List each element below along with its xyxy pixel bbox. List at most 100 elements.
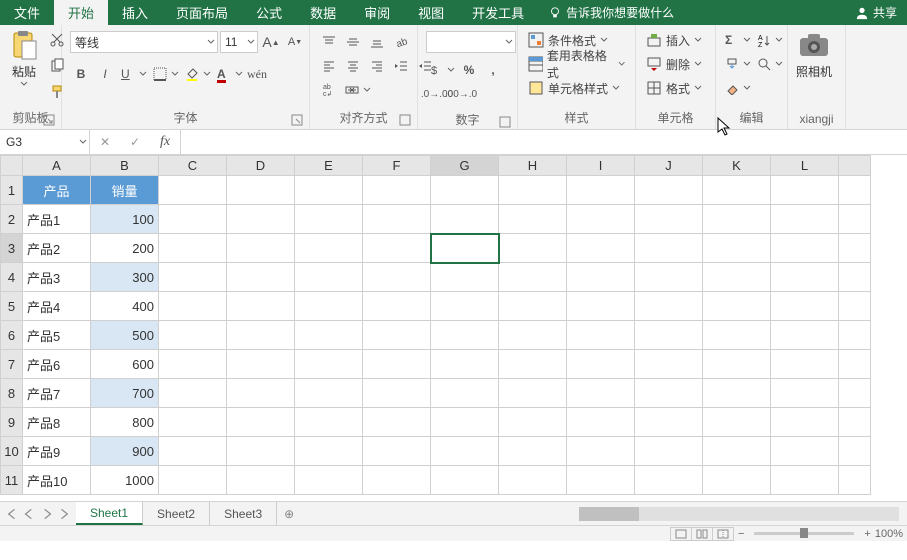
wrap-text-button[interactable]: abc↲ — [318, 79, 340, 101]
cell-L10[interactable] — [771, 437, 839, 466]
autosum-button[interactable]: Σ — [722, 29, 752, 51]
tab-formulas[interactable]: 公式 — [242, 0, 296, 25]
cell-H6[interactable] — [499, 321, 567, 350]
align-top-button[interactable] — [318, 31, 340, 53]
formula-input[interactable] — [181, 130, 907, 154]
cell-K4[interactable] — [703, 263, 771, 292]
paste-button[interactable]: 粘贴 — [4, 27, 44, 90]
cell-C3[interactable] — [159, 234, 227, 263]
col-header-H[interactable]: H — [499, 156, 567, 176]
bold-button[interactable]: B — [70, 63, 92, 85]
cell-C4[interactable] — [159, 263, 227, 292]
cell-D5[interactable] — [227, 292, 295, 321]
row-header-9[interactable]: 9 — [1, 408, 23, 437]
cell-D8[interactable] — [227, 379, 295, 408]
cell-H5[interactable] — [499, 292, 567, 321]
cell-G8[interactable] — [431, 379, 499, 408]
cell-J3[interactable] — [635, 234, 703, 263]
col-header-D[interactable]: D — [227, 156, 295, 176]
cell-J1[interactable] — [635, 176, 703, 205]
cell-E4[interactable] — [295, 263, 363, 292]
cell-E7[interactable] — [295, 350, 363, 379]
cell-I6[interactable] — [567, 321, 635, 350]
cell-A11[interactable]: 产品10 — [23, 466, 91, 495]
zoom-in-button[interactable]: + — [864, 528, 870, 540]
tab-insert[interactable]: 插入 — [108, 0, 162, 25]
nav-prev-icon[interactable] — [22, 507, 36, 521]
row-header-11[interactable]: 11 — [1, 466, 23, 495]
cell-K3[interactable] — [703, 234, 771, 263]
col-header-F[interactable]: F — [363, 156, 431, 176]
cell-C6[interactable] — [159, 321, 227, 350]
cell-K11[interactable] — [703, 466, 771, 495]
cell-F8[interactable] — [363, 379, 431, 408]
zoom-value[interactable]: 100% — [875, 528, 903, 540]
row-header-8[interactable]: 8 — [1, 379, 23, 408]
cell-I11[interactable] — [567, 466, 635, 495]
nav-last-icon[interactable] — [58, 507, 72, 521]
cell-E9[interactable] — [295, 408, 363, 437]
dialog-launcher-icon[interactable] — [291, 114, 303, 126]
view-page-layout-button[interactable] — [691, 527, 713, 541]
cell-J2[interactable] — [635, 205, 703, 234]
cell-A7[interactable]: 产品6 — [23, 350, 91, 379]
cell-A3[interactable]: 产品2 — [23, 234, 91, 263]
add-sheet-button[interactable]: ⊕ — [277, 502, 301, 525]
cell-C11[interactable] — [159, 466, 227, 495]
cell-L9[interactable] — [771, 408, 839, 437]
col-header-E[interactable]: E — [295, 156, 363, 176]
cell-L4[interactable] — [771, 263, 839, 292]
cell-L3[interactable] — [771, 234, 839, 263]
comma-button[interactable]: , — [482, 59, 504, 81]
cell-I8[interactable] — [567, 379, 635, 408]
dialog-launcher-icon[interactable] — [399, 114, 411, 126]
cell-C10[interactable] — [159, 437, 227, 466]
cell-E1[interactable] — [295, 176, 363, 205]
cell-D3[interactable] — [227, 234, 295, 263]
cell-H3[interactable] — [499, 234, 567, 263]
cell-G3[interactable] — [431, 234, 499, 263]
orientation-button[interactable]: ab — [390, 31, 412, 53]
cell-L6[interactable] — [771, 321, 839, 350]
cell-E8[interactable] — [295, 379, 363, 408]
cell-D10[interactable] — [227, 437, 295, 466]
cell-A4[interactable]: 产品3 — [23, 263, 91, 292]
dialog-launcher-icon[interactable] — [43, 114, 55, 126]
cell-H2[interactable] — [499, 205, 567, 234]
row-header-1[interactable]: 1 — [1, 176, 23, 205]
tab-file[interactable]: 文件 — [0, 0, 54, 25]
cell-L1[interactable] — [771, 176, 839, 205]
cell-C5[interactable] — [159, 292, 227, 321]
cell-B2[interactable]: 100 — [91, 205, 159, 234]
fill-button[interactable] — [722, 53, 752, 75]
cell-F9[interactable] — [363, 408, 431, 437]
cell-J6[interactable] — [635, 321, 703, 350]
cell-F7[interactable] — [363, 350, 431, 379]
dialog-launcher-icon[interactable] — [499, 116, 511, 128]
camera-button[interactable]: 照相机 — [792, 27, 836, 82]
cell-F1[interactable] — [363, 176, 431, 205]
sheet-tab-2[interactable]: Sheet2 — [143, 502, 210, 525]
cell-K8[interactable] — [703, 379, 771, 408]
cell-H10[interactable] — [499, 437, 567, 466]
sort-filter-button[interactable]: AZ — [754, 29, 784, 51]
cell-B11[interactable]: 1000 — [91, 466, 159, 495]
cell-F3[interactable] — [363, 234, 431, 263]
nav-first-icon[interactable] — [4, 507, 18, 521]
cell-C2[interactable] — [159, 205, 227, 234]
cell-K6[interactable] — [703, 321, 771, 350]
spreadsheet-grid[interactable]: ABCDEFGHIJKL1产品销量2产品11003产品22004产品33005产… — [0, 155, 907, 501]
row-header-7[interactable]: 7 — [1, 350, 23, 379]
cell-B6[interactable]: 500 — [91, 321, 159, 350]
cell-F10[interactable] — [363, 437, 431, 466]
format-cells-button[interactable]: 格式 — [642, 77, 706, 99]
tab-data[interactable]: 数据 — [296, 0, 350, 25]
cell-C1[interactable] — [159, 176, 227, 205]
cell-K1[interactable] — [703, 176, 771, 205]
cell-A2[interactable]: 产品1 — [23, 205, 91, 234]
cell-H1[interactable] — [499, 176, 567, 205]
row-header-3[interactable]: 3 — [1, 234, 23, 263]
col-header-L[interactable]: L — [771, 156, 839, 176]
cell-I10[interactable] — [567, 437, 635, 466]
font-color-button[interactable]: A — [214, 63, 244, 85]
